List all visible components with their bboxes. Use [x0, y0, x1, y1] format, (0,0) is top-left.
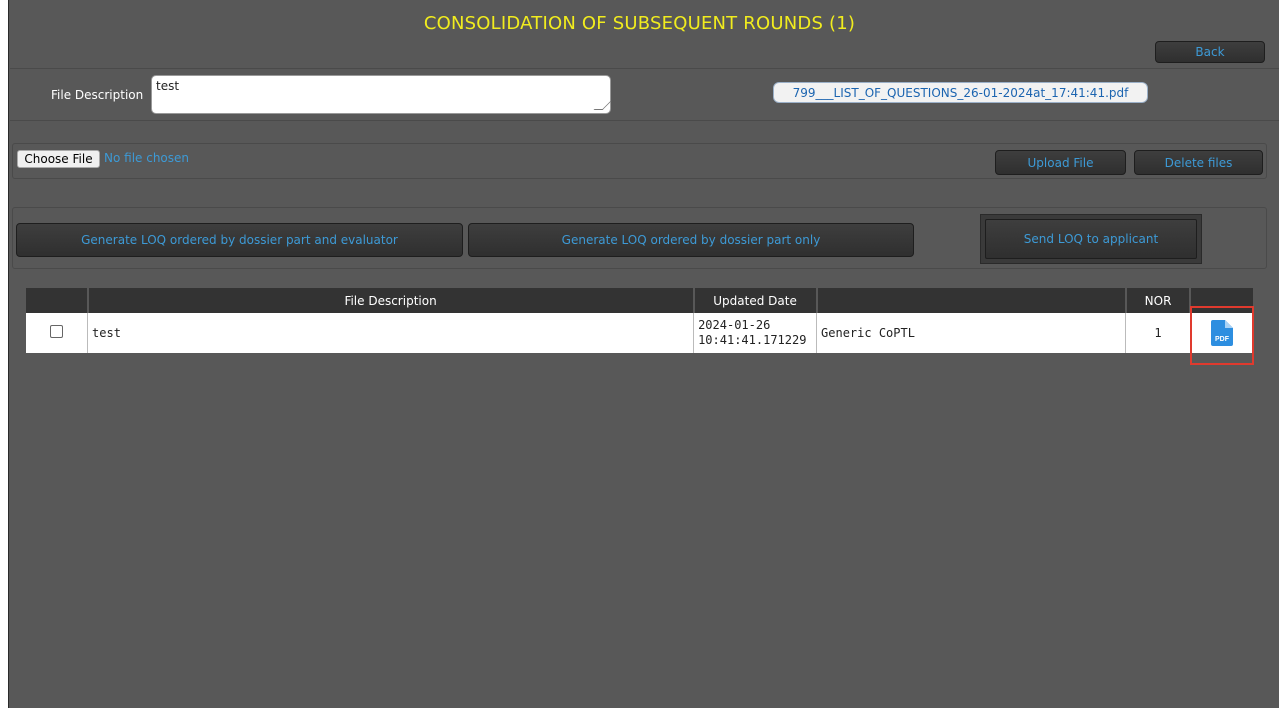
generate-loq-evaluator-button[interactable]: Generate LOQ ordered by dossier part and… [16, 223, 463, 257]
file-status-text: No file chosen [104, 151, 190, 165]
pdf-file-link[interactable]: 799___LIST_OF_QUESTIONS_26-01-2024at_17:… [773, 82, 1148, 103]
header-type [816, 288, 1127, 313]
page-title: CONSOLIDATION OF SUBSEQUENT ROUNDS (1) [423, 13, 856, 34]
header-file-description: File Description [87, 288, 695, 313]
row-checkbox-cell [26, 313, 89, 353]
row-type: Generic CoPTL [816, 313, 1127, 353]
header-select [26, 288, 89, 313]
row-pdf-cell: PDF [1190, 313, 1253, 353]
header-action [1190, 288, 1253, 313]
table-row: test 2024-01-26 10:41:41.171229 Generic … [26, 313, 1253, 353]
generate-loq-part-button[interactable]: Generate LOQ ordered by dossier part onl… [468, 223, 914, 257]
back-button[interactable]: Back [1155, 41, 1265, 63]
row-date-cell: 2024-01-26 10:41:41.171229 [693, 313, 818, 353]
delete-files-button[interactable]: Delete files [1134, 150, 1263, 175]
file-description-value: test [156, 79, 180, 93]
table-header-row: File Description Updated Date NOR [26, 288, 1253, 313]
files-table: File Description Updated Date NOR test 2… [26, 288, 1253, 353]
pdf-icon[interactable]: PDF [1210, 320, 1233, 346]
row-description: test [87, 313, 695, 353]
left-border [0, 0, 8, 708]
row-time: 10:41:41.171229 [698, 333, 807, 347]
send-loq-button[interactable]: Send LOQ to applicant [985, 219, 1197, 259]
svg-text:PDF: PDF [1215, 336, 1230, 343]
choose-file-button[interactable]: Choose File [17, 150, 100, 168]
file-description-input[interactable]: test [151, 75, 612, 114]
row-checkbox[interactable] [50, 325, 64, 338]
row-nor: 1 [1125, 313, 1191, 353]
header-nor: NOR [1125, 288, 1192, 313]
header-updated-date: Updated Date [693, 288, 818, 313]
divider [10, 120, 1279, 121]
divider [10, 68, 1279, 69]
file-description-label: File Description [51, 88, 144, 102]
resize-handle-icon[interactable] [593, 101, 612, 110]
upload-file-button[interactable]: Upload File [995, 150, 1126, 175]
row-date: 2024-01-26 [698, 318, 771, 332]
